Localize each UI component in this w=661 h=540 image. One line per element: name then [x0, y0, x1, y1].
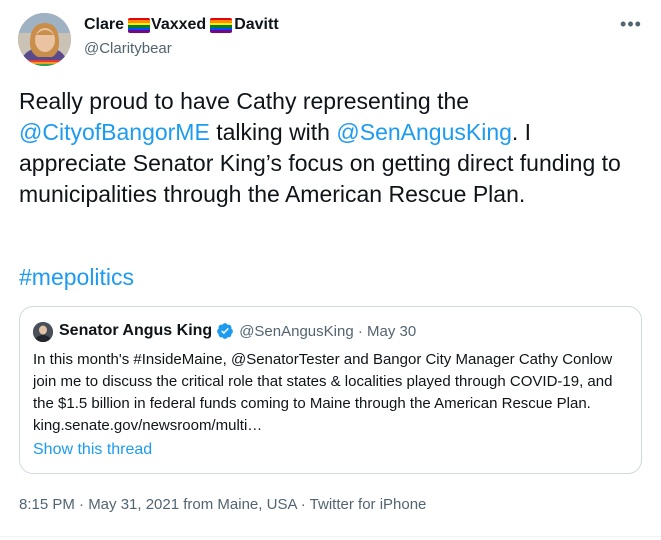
- verified-badge-icon: [216, 322, 234, 340]
- quoted-separator: ·: [353, 322, 368, 340]
- quoted-text: In this month's #InsideMaine, @SenatorTe…: [33, 351, 613, 434]
- author-avatar[interactable]: [18, 13, 71, 66]
- author-name-first: Clare: [84, 16, 125, 33]
- author-display-name[interactable]: Clare Vaxxed Davitt: [84, 16, 279, 34]
- quoted-tweet[interactable]: Senator Angus King @SenAngusKing · May 3…: [19, 306, 642, 474]
- more-options-button[interactable]: •••: [617, 14, 645, 38]
- author-name-last: Davitt: [234, 16, 279, 33]
- quoted-header: Senator Angus King @SenAngusKing · May 3…: [59, 322, 416, 340]
- author-name-middle: Vaxxed: [151, 16, 207, 33]
- quoted-author-name[interactable]: Senator Angus King: [59, 322, 212, 340]
- quoted-date[interactable]: May 30: [367, 323, 416, 340]
- show-thread-link[interactable]: Show this thread: [33, 441, 152, 459]
- quoted-author-handle[interactable]: @SenAngusKing: [239, 323, 353, 340]
- hashtag-link[interactable]: #mepolitics: [19, 262, 134, 293]
- more-horizontal-icon: •••: [620, 14, 642, 34]
- quoted-author-avatar[interactable]: [33, 322, 53, 342]
- tweet-text: Really proud to have Cathy representing …: [19, 86, 644, 210]
- tweet-text-part: Really proud to have Cathy representing …: [19, 88, 470, 114]
- mention-link[interactable]: @CityofBangorME: [19, 119, 210, 145]
- rainbow-flag-icon: [128, 17, 151, 33]
- mention-link[interactable]: @SenAngusKing: [336, 119, 512, 145]
- tweet-timestamp[interactable]: 8:15 PM · May 31, 2021 from Maine, USA ·…: [19, 496, 426, 513]
- author-handle[interactable]: @Claritybear: [84, 40, 172, 57]
- rainbow-flag-icon: [210, 17, 233, 33]
- tweet-card: Clare Vaxxed Davitt @Claritybear ••• Rea…: [0, 0, 661, 540]
- tweet-text-part: talking with: [209, 119, 337, 145]
- divider: [0, 536, 661, 537]
